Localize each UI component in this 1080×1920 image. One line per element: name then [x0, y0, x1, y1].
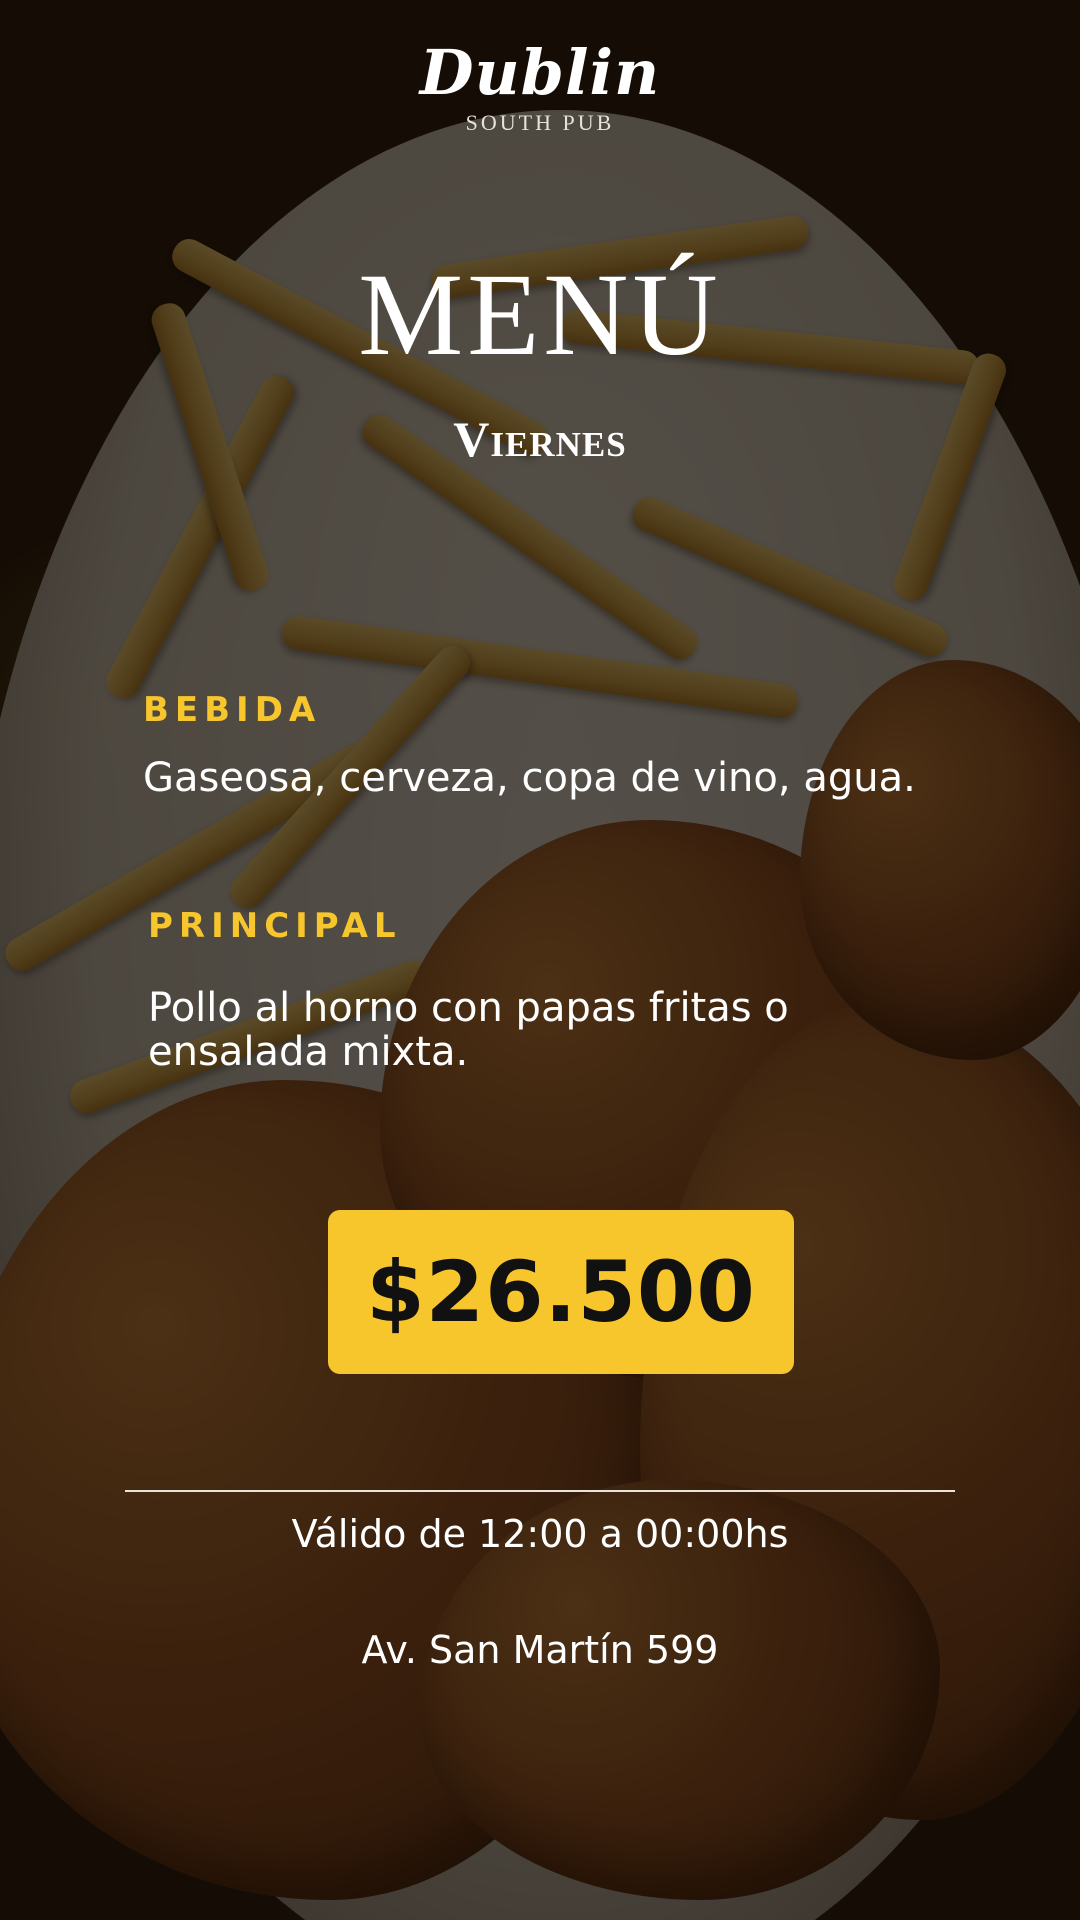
price-badge: $26.500	[328, 1210, 794, 1374]
menu-content: Dublin SOUTH PUB MENÚ Viernes BEBIDA Gas…	[0, 0, 1080, 1920]
section-text-bebida: Gaseosa, cerveza, copa de vino, agua.	[143, 755, 916, 801]
validity-hours: Válido de 12:00 a 00:00hs	[291, 1512, 789, 1556]
menu-flyer: Dublin SOUTH PUB MENÚ Viernes BEBIDA Gas…	[0, 0, 1080, 1920]
section-label-principal: PRINCIPAL	[148, 906, 402, 946]
divider	[125, 1490, 955, 1492]
logo-name: Dublin	[419, 36, 661, 109]
address: Av. San Martín 599	[361, 1628, 719, 1672]
price-value: $26.500	[366, 1243, 756, 1341]
logo-tagline: SOUTH PUB	[465, 110, 615, 135]
section-text-principal: Pollo al horno con papas fritas o ensala…	[148, 985, 789, 1075]
section-label-bebida: BEBIDA	[143, 690, 322, 730]
menu-title: MENÚ	[358, 249, 722, 380]
menu-day: Viernes	[453, 411, 627, 467]
pub-logo: Dublin SOUTH PUB	[0, 36, 1080, 136]
